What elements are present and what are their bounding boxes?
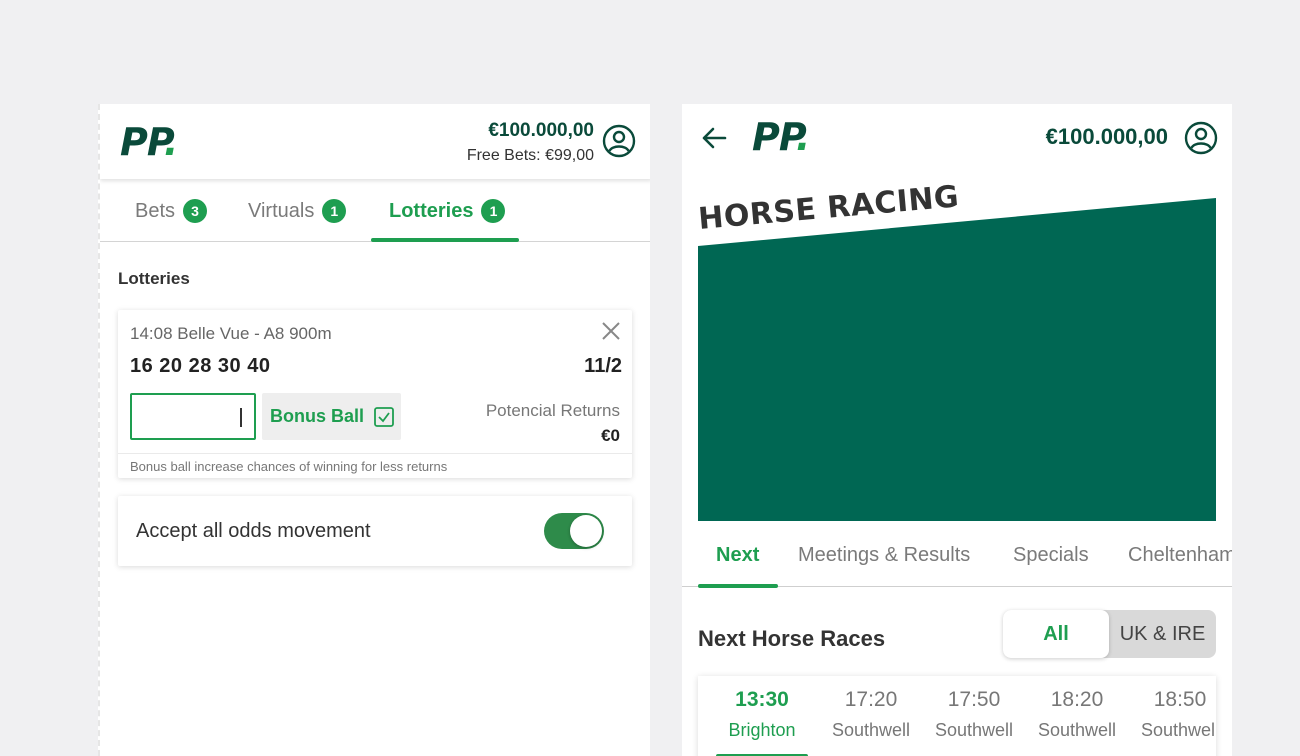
odds-movement-label: Accept all odds movement [136,520,371,542]
text-caret [240,408,242,427]
tab-cheltenham[interactable]: Cheltenham [1128,544,1232,567]
balance-amount: €100.000,00 [1045,124,1168,149]
paddy-power-logo[interactable]: PP. [120,120,178,164]
account-balance: €100.000,00 [1046,124,1168,150]
race-item[interactable]: 18:20 Southwell [1025,688,1129,741]
active-tab-indicator [371,238,519,242]
tab-virtuals[interactable]: Virtuals 1 [248,199,347,223]
bonus-ball-hint: Bonus ball increase chances of winning f… [130,459,448,474]
paddy-power-logo[interactable]: PP. [752,115,810,159]
bonus-ball-label: Bonus Ball [270,406,365,426]
tab-meetings-results[interactable]: Meetings & Results [798,544,970,567]
betslip-tabs: Bets 3 Virtuals 1 Lotteries 1 [100,179,650,242]
tab-count-badge: 1 [322,199,347,223]
betslip-header: PP. €100.000,00 Free Bets: €99,00 [100,104,650,179]
race-venue: Brighton [728,720,796,740]
horse-racing-header: PP. €100.000,00 [682,104,1232,179]
race-item[interactable]: 17:20 Southwell [819,688,923,741]
divider [118,453,632,454]
tab-next[interactable]: Next [716,544,759,567]
filter-all-button[interactable]: All [1003,610,1109,658]
odds-movement-card: Accept all odds movement [118,496,632,566]
race-name: 14:08 Belle Vue - A8 900m [130,324,332,343]
potential-returns-value: €0 [601,426,620,445]
user-circle-icon[interactable] [602,124,636,158]
tab-lotteries[interactable]: Lotteries 1 [389,199,506,223]
close-icon[interactable] [600,320,622,342]
active-tab-indicator [698,584,778,588]
stake-input[interactable] [130,393,256,440]
racing-tabs: Next Meetings & Results Specials Chelten… [682,534,1232,588]
next-races-title: Next Horse Races [698,626,886,651]
race-venue: Southwell [831,720,911,740]
odds-movement-toggle[interactable] [544,513,604,549]
horse-racing-panel: PP. €100.000,00 HORSE RACING Next Meetin… [682,104,1232,756]
tab-bets[interactable]: Bets 3 [135,199,208,223]
betslip-panel: PP. €100.000,00 Free Bets: €99,00 Bets 3… [98,104,650,756]
bonus-ball-toggle[interactable]: Bonus Ball [262,393,401,440]
checkbox-checked-icon[interactable] [374,406,394,427]
race-item[interactable]: 18:50 Southwell [1128,688,1216,741]
race-item[interactable]: 17:50 Southwell [922,688,1026,741]
free-bets-balance: Free Bets: €99,00 [466,147,594,164]
tab-label: Virtuals [248,199,315,222]
balance-amount: €100.000,00 [488,120,594,141]
race-venue: Southwell [934,720,1014,740]
race-time: 18:20 [1050,688,1104,711]
race-time: 17:20 [844,688,898,711]
section-title: Lotteries [118,269,190,288]
filter-uk-ire-button[interactable]: UK & IRE [1109,610,1216,658]
account-balance: €100.000,00 Free Bets: €99,00 [467,120,594,165]
next-races-list: 13:30 Brighton 17:20 Southwell 17:50 Sou… [698,676,1216,756]
race-time: 18:50 [1153,688,1207,711]
hero-banner: HORSE RACING [697,179,1216,524]
race-venue: Southwell [1140,720,1216,740]
region-filter: All UK & IRE [1003,610,1216,658]
race-item[interactable]: 13:30 Brighton [710,688,814,741]
tab-specials[interactable]: Specials [1013,544,1089,567]
bet-odds: 11/2 [584,355,622,377]
tab-label: Bets [135,199,176,222]
lottery-numbers: 16 20 28 30 40 [130,355,271,377]
race-time: 17:50 [947,688,1001,711]
user-circle-icon[interactable] [1184,121,1218,155]
race-venue: Southwell [1037,720,1117,740]
potential-returns-label: Potencial Returns [485,401,620,420]
back-arrow-icon[interactable] [700,124,728,152]
tab-count-badge: 1 [481,199,506,223]
tab-count-badge: 3 [183,199,208,223]
lottery-bet-card: 14:08 Belle Vue - A8 900m 16 20 28 30 40… [118,310,632,478]
tab-label: Lotteries [389,199,474,222]
race-time: 13:30 [735,688,789,711]
toggle-knob [570,515,602,547]
hero-background [698,198,1216,521]
